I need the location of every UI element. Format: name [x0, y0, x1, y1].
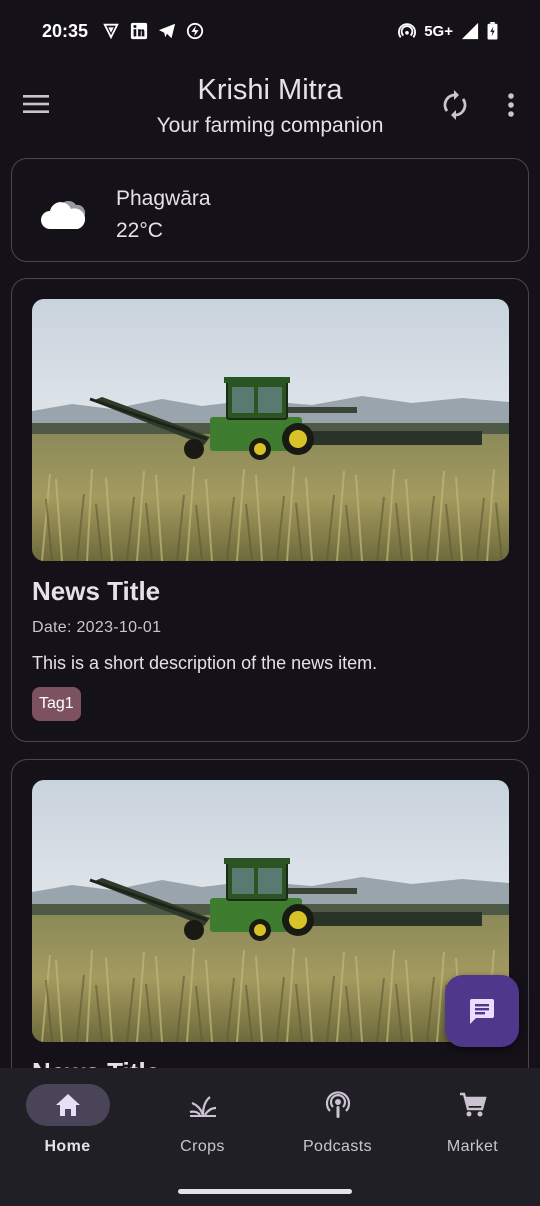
vpn-icon — [103, 23, 119, 40]
nav-item-crops[interactable]: Crops — [135, 1084, 270, 1156]
sprout-icon — [189, 1096, 216, 1117]
weather-temperature: 22°C — [116, 219, 163, 242]
status-time: 20:35 — [42, 20, 89, 41]
nav-label-podcasts: Podcasts — [302, 1138, 372, 1155]
nav-label-crops: Crops — [180, 1138, 225, 1155]
more-vert-icon — [508, 93, 514, 117]
top-app-bar: Krishi Mitra Your farming companion — [0, 62, 540, 152]
news-title: News Title — [32, 576, 161, 606]
refresh-button[interactable] — [436, 86, 474, 124]
nav-item-home[interactable]: Home — [0, 1084, 135, 1156]
telegram-icon — [158, 23, 176, 39]
network-type: 5G+ — [424, 22, 453, 40]
news-description: This is a short description of the news … — [32, 653, 378, 673]
news-title: News Title — [32, 1057, 160, 1068]
battery-icon — [487, 22, 498, 40]
news-feed[interactable]: Phagwāra 22°C News Title Date: 2023-10-0… — [0, 152, 540, 1068]
home-icon — [55, 1094, 80, 1116]
cart-icon — [459, 1092, 487, 1117]
chat-icon — [470, 999, 494, 1024]
news-card[interactable]: News Title Date: 2023-10-01 This is a sh… — [11, 278, 529, 742]
nav-label-market: Market — [446, 1138, 499, 1155]
signal-icon — [461, 22, 479, 40]
refresh-icon — [443, 90, 467, 120]
nav-label-home: Home — [44, 1138, 91, 1155]
hotspot-icon — [398, 23, 417, 38]
news-tag[interactable]: Tag1 — [32, 687, 81, 721]
news-image — [32, 299, 509, 561]
news-image — [32, 780, 509, 1042]
bottom-navigation: Home Crops Podcasts Market — [0, 1068, 540, 1206]
podcast-icon — [325, 1091, 350, 1118]
linkedin-icon — [130, 22, 148, 40]
chat-fab[interactable] — [445, 975, 519, 1047]
gesture-home-indicator[interactable] — [178, 1189, 352, 1194]
weather-card[interactable]: Phagwāra 22°C — [11, 158, 529, 262]
app-screen: 20:35 5G+ Krishi Mitra Your farming comp… — [0, 0, 540, 1206]
weather-location: Phagwāra — [116, 187, 211, 210]
status-bar: 20:35 5G+ — [0, 0, 540, 62]
nav-active-indicator — [25, 1084, 110, 1126]
more-options-button[interactable] — [494, 86, 528, 124]
lightning-icon — [186, 22, 204, 40]
nav-item-podcasts[interactable]: Podcasts — [270, 1084, 405, 1156]
nav-item-market[interactable]: Market — [405, 1084, 540, 1156]
cloud-icon — [41, 200, 86, 229]
news-date: Date: 2023-10-01 — [32, 619, 162, 636]
